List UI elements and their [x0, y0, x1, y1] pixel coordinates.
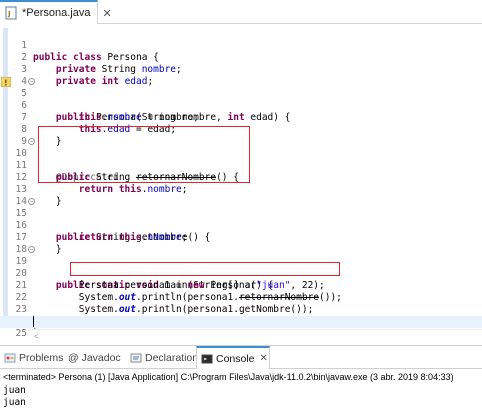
close-icon[interactable]: ✕	[103, 7, 112, 20]
code-line: 7 this.edad = edad;	[0, 100, 482, 135]
editor-tab-label: *Persona.java	[22, 7, 91, 19]
tab-label: Problems	[19, 351, 64, 364]
console-line: juan	[3, 385, 26, 396]
code-line: 3 private int edad;	[0, 52, 482, 87]
deprecated-call-highlight	[70, 262, 340, 276]
code-line: 4	[0, 64, 482, 87]
tab-javadoc[interactable]: @ Javadoc	[64, 346, 126, 369]
code-line: 6 this.nombre = nombre;	[0, 88, 482, 123]
code-line: 2 private String nombre;	[0, 40, 482, 75]
console-icon	[201, 353, 213, 365]
console-header: <terminated> Persona (1) [Java Applicati…	[3, 372, 454, 382]
tab-declaration[interactable]: Declaration	[126, 346, 199, 369]
tab-console[interactable]: Console ✕	[196, 346, 270, 369]
code-line: 18	[0, 232, 482, 255]
editor-tab-bar: J *Persona.java ✕	[0, 0, 482, 24]
editor-tab-persona-java[interactable]: J *Persona.java ✕	[0, 0, 112, 24]
code-editor[interactable]: ! 1 public class Persona { 2 private Str…	[0, 25, 482, 343]
tab-label: Declaration	[145, 351, 199, 364]
console-line: juan	[3, 397, 26, 408]
code-line: 5 − public Persona(String nombre, int ed…	[0, 76, 482, 123]
line-number: 25	[15, 328, 27, 339]
bottom-panel-tabs: Problems @ Javadoc Declaration Console ✕	[0, 345, 482, 369]
declaration-icon	[130, 352, 142, 364]
code-line: 8 }	[0, 112, 482, 147]
tab-problems[interactable]: Problems	[0, 346, 64, 369]
fold-toggle-icon[interactable]: −	[28, 138, 35, 145]
scroll-left-icon[interactable]: <	[34, 332, 39, 341]
java-file-icon: J	[4, 6, 18, 20]
close-icon[interactable]: ✕	[260, 353, 268, 364]
problems-icon	[4, 352, 16, 364]
fold-toggle-icon[interactable]: −	[28, 246, 35, 253]
code-line: 23 }	[0, 292, 482, 327]
code-line: 1 public class Persona {	[0, 28, 482, 63]
tab-label: @ Javadoc	[68, 351, 121, 364]
deprecated-method-highlight	[38, 126, 250, 183]
tab-label: Console	[216, 352, 255, 365]
fold-toggle-icon[interactable]: −	[28, 78, 35, 85]
code-line: 19 − public static void main(String[] ar…	[0, 244, 482, 291]
code-line: 16 return this.nombre;	[0, 208, 482, 243]
code-line: 14	[0, 184, 482, 207]
fold-toggle-icon[interactable]: −	[28, 198, 35, 205]
text-caret	[33, 316, 34, 327]
code-line: 17 }	[0, 220, 482, 255]
code-line: 24 }	[0, 304, 482, 339]
horizontal-scrollbar[interactable]: <	[28, 329, 482, 343]
code-line: 22 System.out.println(persona1.getNombre…	[0, 280, 482, 315]
console-output: <terminated> Persona (1) [Java Applicati…	[0, 369, 482, 414]
svg-text:J: J	[7, 10, 11, 18]
code-line-current: 25	[0, 316, 482, 339]
code-line: 15 − public String getNombre() {	[0, 196, 482, 243]
